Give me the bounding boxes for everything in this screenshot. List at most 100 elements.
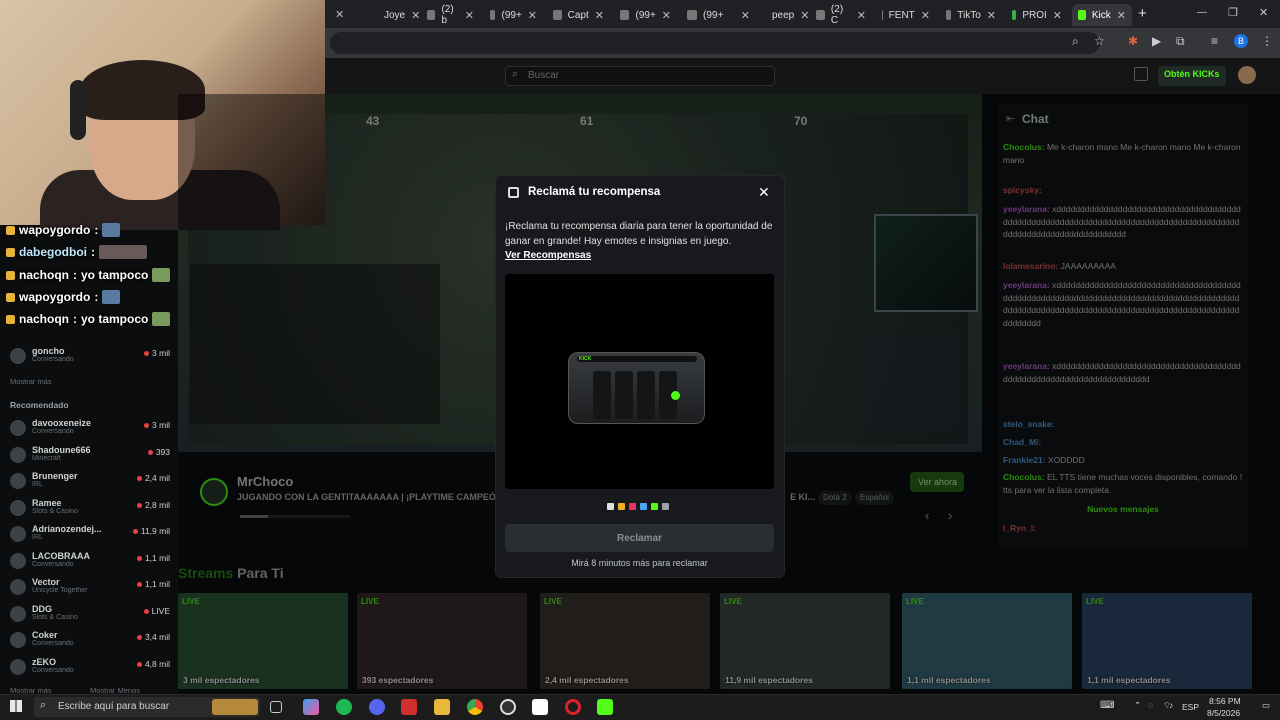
sidebar-channel[interactable]: Adrianozendej... IRL 11,9 mil: [10, 524, 170, 550]
sidebar-channel[interactable]: Vector Unicycle Together 1,1 mil: [10, 577, 170, 603]
close-icon[interactable]: ✕: [758, 184, 770, 201]
sidebar-channel[interactable]: davooxeneize Conversando 3 mil: [10, 418, 170, 444]
browser-tab[interactable]: (2) C ✕: [810, 4, 872, 26]
channel-name: davooxeneize: [32, 418, 92, 428]
layout-icon[interactable]: [1134, 67, 1148, 81]
close-tab-icon[interactable]: ✕: [465, 9, 474, 22]
close-tab-icon[interactable]: ✕: [662, 9, 671, 22]
browser-tab[interactable]: Joye ✕: [372, 4, 420, 26]
sidebar-channel[interactable]: goncho Conversando 3 mil: [10, 346, 170, 372]
overlay-username: dabegodboi: [19, 245, 87, 259]
sidebar-channel[interactable]: Coker Conversando 3,4 mil: [10, 630, 170, 656]
channel-name: Coker: [32, 630, 58, 640]
browser-tab[interactable]: (99+ ✕: [484, 4, 543, 26]
kick-icon[interactable]: [597, 699, 613, 715]
window-minimize-button[interactable]: —: [1197, 7, 1207, 18]
media-control-icon[interactable]: ≡: [1211, 34, 1218, 48]
file-explorer-icon[interactable]: [434, 699, 450, 715]
close-tab-icon[interactable]: ✕: [857, 9, 866, 22]
close-tab-icon[interactable]: ✕: [921, 9, 930, 22]
tray-chevron-icon[interactable]: ⌃: [1134, 700, 1141, 711]
notification-icon[interactable]: ▭: [1262, 700, 1270, 711]
browser-tab[interactable]: Kick ✕: [1072, 4, 1132, 26]
sidebar-channel[interactable]: Shadoune666 Minecraft 393: [10, 445, 170, 471]
sidebar-channel[interactable]: DDG Slots & Casino LIVE: [10, 604, 170, 630]
profile-avatar[interactable]: B: [1234, 34, 1248, 48]
extension-icon[interactable]: ✱: [1128, 34, 1138, 48]
new-tab-button[interactable]: +: [1138, 5, 1147, 22]
browser-tab[interactable]: (99+ ✕: [681, 4, 756, 26]
url-input[interactable]: [330, 32, 1100, 54]
reward-carousel-dots[interactable]: [607, 503, 669, 510]
view-rewards-link[interactable]: Ver Recompensas: [505, 250, 591, 261]
opera-icon[interactable]: [565, 699, 581, 715]
carousel-dot[interactable]: [607, 503, 614, 510]
sidebar-channel[interactable]: Brunenger IRL 2,4 mil: [10, 471, 170, 497]
network-icon[interactable]: ◌: [1148, 700, 1153, 710]
task-view-icon[interactable]: [270, 701, 282, 713]
zoom-icon[interactable]: ⌕: [1072, 34, 1079, 49]
browser-tab[interactable]: (99+ ✕: [614, 4, 677, 26]
emote-icon: [152, 312, 171, 326]
language-indicator[interactable]: ESP: [1182, 702, 1199, 712]
close-tab-icon[interactable]: ✕: [335, 8, 344, 21]
carousel-dot[interactable]: [651, 503, 658, 510]
extensions-puzzle-icon[interactable]: ⧉: [1176, 34, 1185, 49]
sidebar-channel[interactable]: Ramee Slots & Casino 2,8 mil: [10, 498, 170, 524]
close-tab-icon[interactable]: ✕: [595, 9, 604, 22]
carousel-dot[interactable]: [618, 503, 625, 510]
browser-tab[interactable]: (2) b ✕: [421, 4, 480, 26]
close-tab-icon[interactable]: ✕: [411, 9, 420, 22]
browser-tab[interactable]: peep ✕: [760, 4, 809, 26]
obtain-kicks-button[interactable]: Obtén KICKs: [1158, 66, 1226, 86]
browser-tab[interactable]: Capt ✕: [547, 4, 610, 26]
browser-menu-icon[interactable]: ⋮: [1261, 34, 1273, 48]
bookmark-star-icon[interactable]: ☆: [1094, 34, 1105, 48]
viewer-count: 393: [148, 447, 170, 457]
browser-tab[interactable]: FENT ✕: [876, 4, 936, 26]
close-tab-icon[interactable]: ✕: [987, 9, 996, 22]
avatar: [10, 605, 26, 622]
chrome-icon[interactable]: [467, 699, 483, 715]
search-highlight-icon[interactable]: [212, 699, 258, 715]
user-avatar[interactable]: [1238, 66, 1256, 84]
carousel-dot[interactable]: [662, 503, 669, 510]
browser-tab[interactable]: TikTo ✕: [940, 4, 1002, 26]
emote-icon: [152, 268, 171, 282]
copilot-icon[interactable]: [303, 699, 319, 715]
keyboard-icon[interactable]: ⌨: [1100, 700, 1114, 711]
clock-date[interactable]: 8/5/2026: [1207, 708, 1240, 718]
browser-tab-label: FENT: [888, 9, 915, 21]
close-tab-icon[interactable]: ✕: [741, 9, 750, 22]
close-tab-icon[interactable]: ✕: [528, 9, 537, 22]
sidebar-channel-text: zEKO Conversando: [32, 657, 74, 674]
carousel-dot[interactable]: [640, 503, 647, 510]
viewer-count: LIVE: [144, 606, 170, 616]
claim-button[interactable]: Reclamar: [505, 524, 774, 552]
window-close-button[interactable]: ✕: [1259, 6, 1268, 19]
close-tab-icon[interactable]: ✕: [800, 9, 809, 22]
site-search-input[interactable]: Buscar: [505, 66, 775, 86]
volume-icon[interactable]: ♪: [1169, 700, 1173, 710]
obs-icon[interactable]: [500, 699, 516, 715]
carousel-dot[interactable]: [629, 503, 636, 510]
sidebar-channel[interactable]: zEKO Conversando 4,8 mil: [10, 657, 170, 683]
app-icon[interactable]: [401, 699, 417, 715]
window-maximize-button[interactable]: ❐: [1228, 6, 1238, 19]
close-tab-icon[interactable]: ✕: [1117, 9, 1126, 22]
viewer-count: 4,8 mil: [137, 659, 170, 669]
discord-icon[interactable]: [369, 699, 385, 715]
sidebar-channel[interactable]: LACOBRAAA Conversando 1,1 mil: [10, 551, 170, 577]
browser-tab-label: (2) b: [441, 4, 454, 26]
close-tab-icon[interactable]: ✕: [1053, 9, 1062, 22]
windows-start-icon[interactable]: [10, 700, 22, 712]
channel-category: Conversando: [32, 560, 74, 568]
device-slot: [615, 371, 633, 419]
spotify-icon[interactable]: [336, 699, 352, 715]
clock-time[interactable]: 8:56 PM: [1209, 696, 1241, 706]
capcut-icon[interactable]: [532, 699, 548, 715]
show-more-link[interactable]: Mostrar más: [10, 377, 52, 386]
recommended-heading: Recomendado: [10, 400, 69, 410]
extension-play-icon[interactable]: ▶: [1152, 34, 1161, 48]
browser-tab[interactable]: PROI ✕: [1006, 4, 1068, 26]
